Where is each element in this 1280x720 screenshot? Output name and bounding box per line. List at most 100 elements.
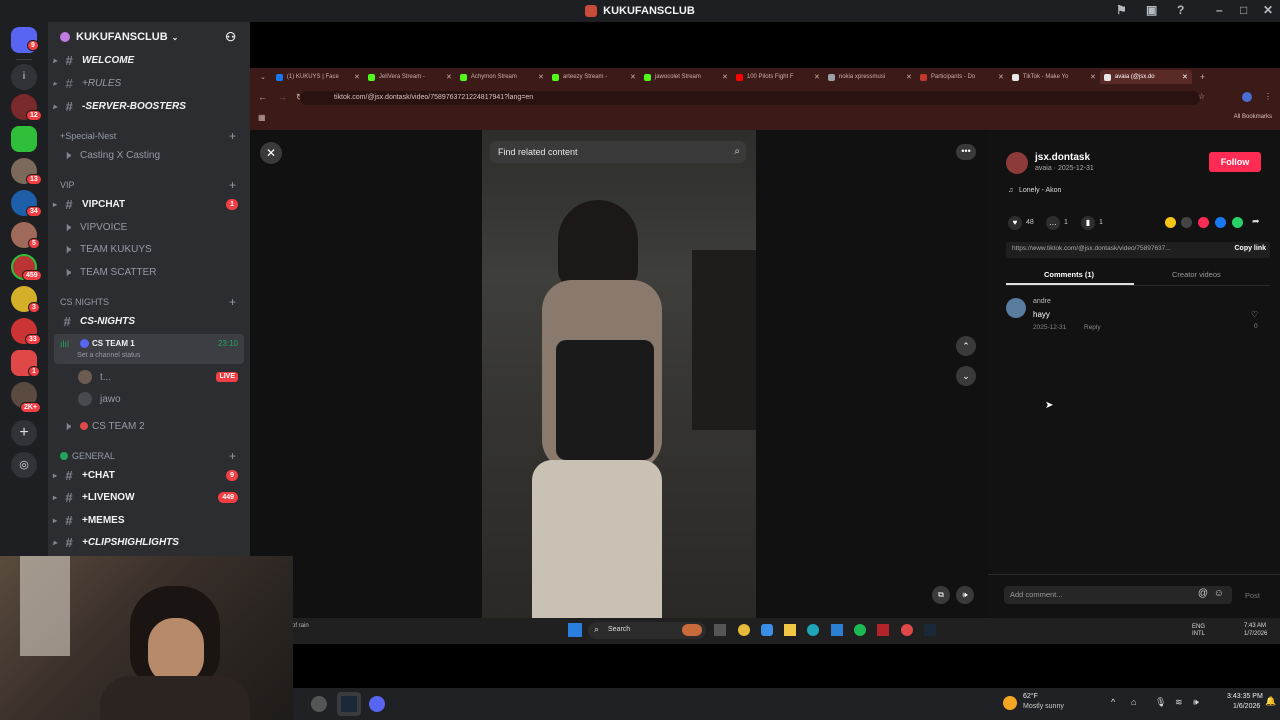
taskbar-search[interactable]: ⌕ Search — [588, 622, 706, 639]
browser-tab[interactable]: arteezy Stream - ✕ — [548, 70, 640, 84]
browser-tab[interactable]: jawocolet Stream ✕ — [640, 70, 732, 84]
video-frame[interactable] — [482, 130, 756, 618]
commenter-avatar[interactable] — [1006, 298, 1026, 318]
voice-user[interactable]: t... LIVE — [48, 367, 250, 387]
spotify-icon[interactable] — [854, 624, 866, 636]
browser-tab[interactable]: (1) KUKUYS | Face ✕ — [272, 70, 364, 84]
tab-close-icon[interactable]: ✕ — [538, 73, 544, 81]
share-gold-icon[interactable] — [1165, 217, 1176, 228]
clock-time[interactable]: 7:43 AM — [1244, 623, 1266, 629]
app-icon[interactable] — [901, 624, 913, 636]
add-server-icon[interactable]: + — [11, 420, 37, 446]
task-view-icon[interactable] — [714, 624, 726, 636]
screen-icon[interactable]: ▣ — [1146, 3, 1157, 17]
like-icon[interactable]: ♥ — [1008, 216, 1022, 230]
channel-cliphighlights[interactable]: ▸ # +CLIPSHIGHLIGHTS — [48, 532, 250, 552]
chrome-icon[interactable] — [738, 624, 750, 636]
add-channel-icon[interactable]: + — [229, 178, 236, 192]
creator-username[interactable]: jsx.dontask — [1035, 152, 1090, 163]
voice-channel-cs-team1[interactable]: ılıl CS TEAM 1 23:10 Set a channel statu… — [54, 334, 244, 364]
channel-vipvoice[interactable]: 🕨 VIPVOICE — [48, 217, 250, 237]
temperature[interactable]: 62°F — [1023, 693, 1038, 700]
minimize-icon[interactable]: – — [1216, 3, 1223, 17]
steam-icon[interactable] — [924, 624, 936, 636]
post-button[interactable]: Post — [1245, 591, 1260, 600]
browser-tab[interactable]: TikTok - Make Yo ✕ — [1008, 70, 1100, 84]
sound-name[interactable]: Lonely - Akon — [1019, 187, 1061, 194]
comment-like-icon[interactable]: ♡ — [1251, 310, 1258, 319]
share-tiktok-icon[interactable] — [1198, 217, 1209, 228]
discover-icon[interactable]: ◎ — [11, 452, 37, 478]
channel-cs-nights[interactable]: # CS-NIGHTS — [48, 311, 250, 331]
tab-comments[interactable]: Comments (1) — [1044, 270, 1094, 279]
channel-memes[interactable]: ▸ # +MEMES — [48, 510, 250, 530]
tab-close-icon[interactable]: ✕ — [446, 73, 452, 81]
bookmark-icon[interactable]: ▮ — [1081, 216, 1095, 230]
channel-rules[interactable]: ▸ # +RULES — [48, 73, 250, 93]
all-bookmarks[interactable]: All Bookmarks — [1234, 114, 1272, 120]
creator-avatar[interactable] — [1006, 152, 1028, 174]
more-options-icon[interactable]: ••• — [956, 144, 976, 160]
pip-icon[interactable]: ⧉ — [932, 586, 950, 604]
category-cs-nights[interactable]: CS NIGHTS + — [48, 294, 250, 310]
tray-chevron-icon[interactable]: ^ — [1111, 697, 1115, 707]
next-video-icon[interactable]: ⌄ — [956, 366, 976, 386]
tab-close-icon[interactable]: ✕ — [1182, 73, 1188, 81]
add-comment-input[interactable]: Add comment... @ ☺ — [1004, 586, 1232, 604]
share-arrow-icon[interactable]: ➦ — [1252, 216, 1260, 227]
speaker-icon[interactable]: 🕪 — [1193, 697, 1199, 708]
follow-button[interactable]: Follow — [1209, 152, 1261, 172]
copilot-icon[interactable] — [761, 624, 773, 636]
channel-team-kukuys[interactable]: 🕨 TEAM KUKUYS — [48, 239, 250, 259]
tab-creator-videos[interactable]: Creator videos — [1172, 270, 1221, 279]
windows-start-icon[interactable] — [568, 623, 582, 637]
add-member-icon[interactable]: ⚇ — [225, 30, 236, 44]
category-vip[interactable]: VIP + — [48, 177, 250, 193]
volume-icon[interactable]: 🕪 — [956, 586, 974, 604]
discord-icon[interactable] — [369, 696, 385, 712]
browser-tab[interactable]: nokia xpressmusi ✕ — [824, 70, 916, 84]
inbox-icon[interactable]: ⚑ — [1116, 3, 1127, 17]
notification-icon[interactable]: 🔔 — [1265, 696, 1276, 707]
app-icon[interactable] — [311, 696, 327, 712]
channel-casting[interactable]: 🕨 Casting X Casting — [48, 145, 250, 165]
close-icon[interactable]: ✕ — [260, 142, 282, 164]
server-kick[interactable] — [11, 126, 37, 152]
tab-close-icon[interactable]: ✕ — [1090, 73, 1096, 81]
channel-chat[interactable]: ▸ # +CHAT 9 — [48, 465, 250, 485]
channel-status[interactable]: Set a channel status — [77, 352, 140, 359]
tab-close-icon[interactable]: ✕ — [814, 73, 820, 81]
forward-icon[interactable]: → — [278, 92, 287, 102]
apps-icon[interactable]: ▦ — [258, 113, 266, 122]
copy-link-button[interactable]: Copy link — [1234, 245, 1266, 252]
browser-tab[interactable]: Participants - Do ✕ — [916, 70, 1008, 84]
emoji-icon[interactable]: ☺ — [1214, 588, 1224, 599]
clock-date[interactable]: 1/6/2026 — [1233, 703, 1260, 710]
clock-date[interactable]: 1/7/2026 — [1244, 631, 1267, 637]
embed-icon[interactable] — [1181, 217, 1192, 228]
browser-tab[interactable]: Achymon Stream ✕ — [456, 70, 548, 84]
channel-welcome[interactable]: ▸ # WELCOME — [48, 50, 250, 70]
channel-livenow[interactable]: ▸ # +LIVENOW 449 — [48, 487, 250, 507]
network-icon[interactable]: ⌂ — [1131, 697, 1136, 707]
browser-tab-active[interactable]: avaia (@jsx.do ✕ — [1099, 70, 1192, 84]
add-channel-icon[interactable]: + — [229, 449, 236, 463]
tab-close-icon[interactable]: ✕ — [906, 73, 912, 81]
tab-close-icon[interactable]: ✕ — [998, 73, 1004, 81]
facebook-icon[interactable] — [1215, 217, 1226, 228]
channel-team-scatter[interactable]: 🕨 TEAM SCATTER — [48, 262, 250, 282]
previous-video-icon[interactable]: ⌃ — [956, 336, 976, 356]
server-header[interactable]: KUKUFANSCLUB ⌄ ⚇ — [48, 22, 250, 52]
channel-vipchat[interactable]: ▸ # VIPCHAT 1 — [48, 194, 250, 214]
back-icon[interactable]: ← — [258, 92, 267, 102]
menu-icon[interactable]: ⋮ — [1264, 92, 1272, 101]
app-icon[interactable] — [877, 624, 889, 636]
mic-icon[interactable]: 🎙 — [1155, 697, 1166, 708]
voice-channel-cs-team2[interactable]: 🕨 CS TEAM 2 — [48, 416, 250, 436]
related-search-input[interactable]: Find related content ⌕ — [490, 141, 746, 163]
tab-close-icon[interactable]: ✕ — [354, 73, 360, 81]
browser-tab[interactable]: JeliVera Stream - ✕ — [364, 70, 456, 84]
category-special-nest[interactable]: +Special-Nest + — [48, 128, 250, 144]
profile-avatar[interactable] — [1242, 92, 1252, 102]
reply-button[interactable]: Reply — [1084, 324, 1101, 331]
